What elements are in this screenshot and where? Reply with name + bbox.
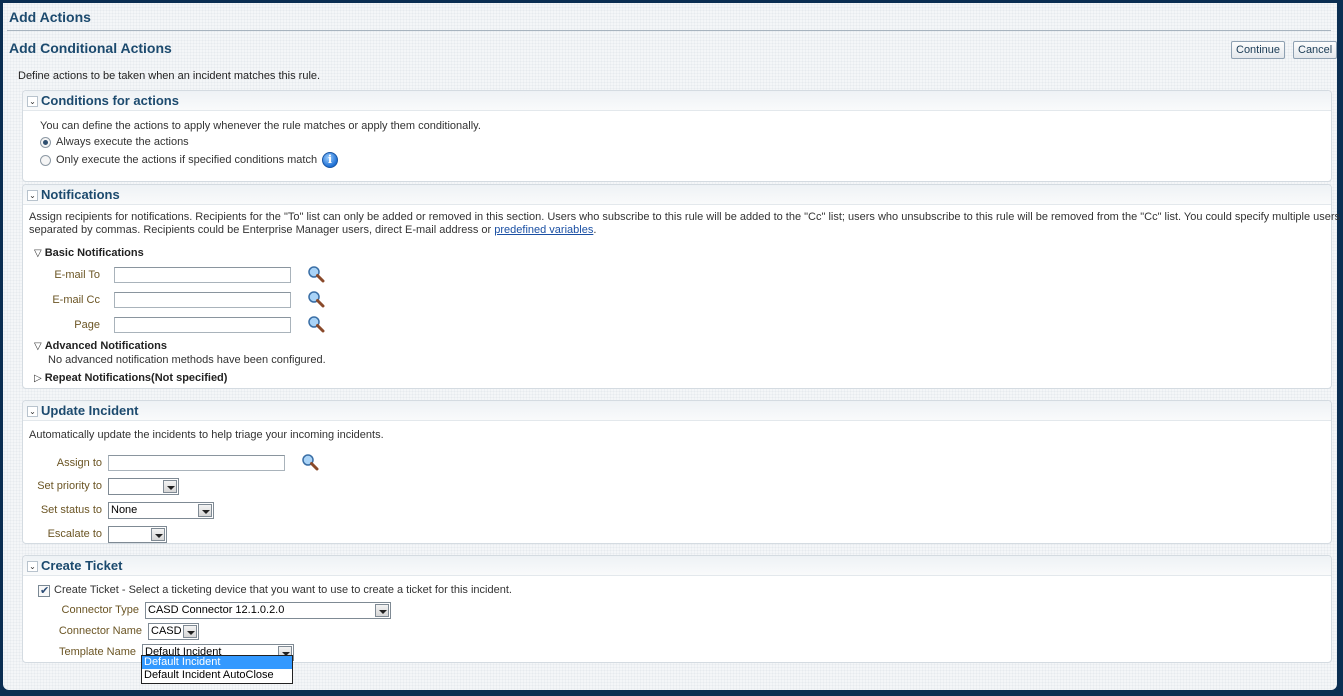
conditions-panel: ⌄ Conditions for actions You can define … (22, 90, 1332, 182)
repeat-notifications-title: Repeat Notifications(Not specified) (44, 372, 228, 384)
description-text: separated by commas. Recipients could be… (29, 224, 495, 236)
connector-type-select[interactable]: CASD Connector 12.1.0.2.0 (145, 602, 391, 619)
priority-select[interactable] (108, 478, 179, 495)
collapse-toggle-icon[interactable]: ⌄ (27, 406, 38, 417)
advanced-notifications-message: No advanced notification methods have be… (48, 354, 326, 366)
cancel-button[interactable]: Cancel (1293, 41, 1338, 59)
advanced-notifications-title: Advanced Notifications (44, 340, 167, 352)
predefined-variables-link[interactable]: predefined variables (494, 224, 593, 236)
notifications-description-line1: Assign recipients for notifications. Rec… (29, 211, 1341, 223)
set-status-label: Set status to (40, 504, 102, 516)
dropdown-arrow-icon (163, 480, 177, 493)
dropdown-option-default-incident[interactable]: Default Incident (142, 656, 292, 669)
template-name-dropdown-list: Default Incident Default Incident AutoCl… (141, 655, 293, 684)
collapse-toggle-icon[interactable]: ⌄ (27, 561, 38, 572)
set-priority-label: Set priority to (37, 480, 102, 492)
connector-name-label: Connector Name (58, 625, 142, 637)
email-to-input[interactable] (114, 267, 291, 283)
update-incident-panel-header: ⌄ Update Incident (23, 401, 1331, 421)
description-suffix: . (593, 224, 597, 236)
email-to-label: E-mail To (54, 269, 100, 281)
page-title: Add Conditional Actions (9, 40, 172, 56)
create-ticket-panel: ⌄ Create Ticket Create Ticket - Select a… (22, 555, 1332, 663)
create-ticket-label: Create Ticket - Select a ticketing devic… (54, 584, 512, 596)
search-icon[interactable] (307, 265, 325, 283)
create-ticket-checkbox[interactable] (38, 584, 50, 597)
always-execute-radio[interactable] (40, 137, 51, 148)
continue-button[interactable]: Continue (1231, 41, 1286, 59)
add-actions-window: Add Actions Add Conditional Actions Cont… (3, 3, 1340, 690)
update-incident-title: Update Incident (41, 403, 139, 418)
dropdown-option-default-incident-autoclose[interactable]: Default Incident AutoClose (142, 669, 292, 682)
basic-notifications-title: Basic Notifications (44, 247, 144, 259)
notifications-panel: ⌄ Notifications Assign recipients for no… (22, 184, 1340, 389)
assign-to-label: Assign to (56, 457, 102, 469)
info-icon[interactable]: i (322, 152, 338, 168)
notifications-description-line2: separated by commas. Recipients could be… (29, 224, 596, 236)
search-icon[interactable] (307, 290, 325, 308)
dropdown-arrow-icon (183, 625, 197, 638)
conditional-execute-label: Only execute the actions if specified co… (56, 154, 318, 166)
page-input[interactable] (114, 317, 291, 333)
connector-type-value: CASD Connector 12.1.0.2.0 (148, 604, 285, 616)
connector-name-value: CASD (151, 625, 182, 637)
basic-notifications-header[interactable]: ▽ Basic Notifications (34, 247, 144, 259)
page-label: Page (74, 319, 100, 331)
repeat-notifications-header[interactable]: ▷ Repeat Notifications(Not specified) (34, 372, 227, 384)
dropdown-arrow-icon (151, 528, 165, 541)
conditions-description: You can define the actions to apply when… (40, 120, 481, 132)
advanced-notifications-header[interactable]: ▽ Advanced Notifications (34, 340, 167, 352)
update-incident-description: Automatically update the incidents to he… (29, 429, 384, 441)
update-incident-panel: ⌄ Update Incident Automatically update t… (22, 400, 1332, 544)
conditions-title: Conditions for actions (41, 93, 179, 108)
status-select[interactable]: None (108, 502, 214, 519)
status-value: None (111, 504, 138, 516)
search-icon[interactable] (301, 453, 319, 471)
create-ticket-title: Create Ticket (41, 558, 123, 573)
notifications-panel-header: ⌄ Notifications (23, 185, 1331, 205)
create-ticket-panel-header: ⌄ Create Ticket (23, 556, 1331, 576)
escalate-select[interactable] (108, 526, 167, 543)
search-icon[interactable] (307, 315, 325, 333)
window-title: Add Actions (9, 9, 91, 25)
connector-name-select[interactable]: CASD (148, 623, 199, 640)
notifications-title: Notifications (41, 187, 120, 202)
collapse-toggle-icon[interactable]: ⌄ (27, 96, 38, 107)
title-divider (7, 30, 1331, 31)
expanded-triangle-icon: ▽ (34, 341, 42, 352)
escalate-to-label: Escalate to (47, 528, 102, 540)
dropdown-arrow-icon (198, 504, 212, 517)
email-cc-input[interactable] (114, 292, 291, 308)
connector-type-label: Connector Type (61, 604, 139, 616)
collapsed-triangle-icon: ▷ (34, 373, 42, 384)
page-intro: Define actions to be taken when an incid… (18, 70, 321, 82)
conditional-execute-radio[interactable] (40, 155, 51, 166)
expanded-triangle-icon: ▽ (34, 248, 42, 259)
collapse-toggle-icon[interactable]: ⌄ (27, 190, 38, 201)
conditions-panel-header: ⌄ Conditions for actions (23, 91, 1331, 111)
assign-to-input[interactable] (108, 455, 285, 471)
dropdown-arrow-icon (375, 604, 389, 617)
email-cc-label: E-mail Cc (52, 294, 100, 306)
template-name-label: Template Name (58, 646, 136, 658)
always-execute-label: Always execute the actions (56, 136, 189, 148)
